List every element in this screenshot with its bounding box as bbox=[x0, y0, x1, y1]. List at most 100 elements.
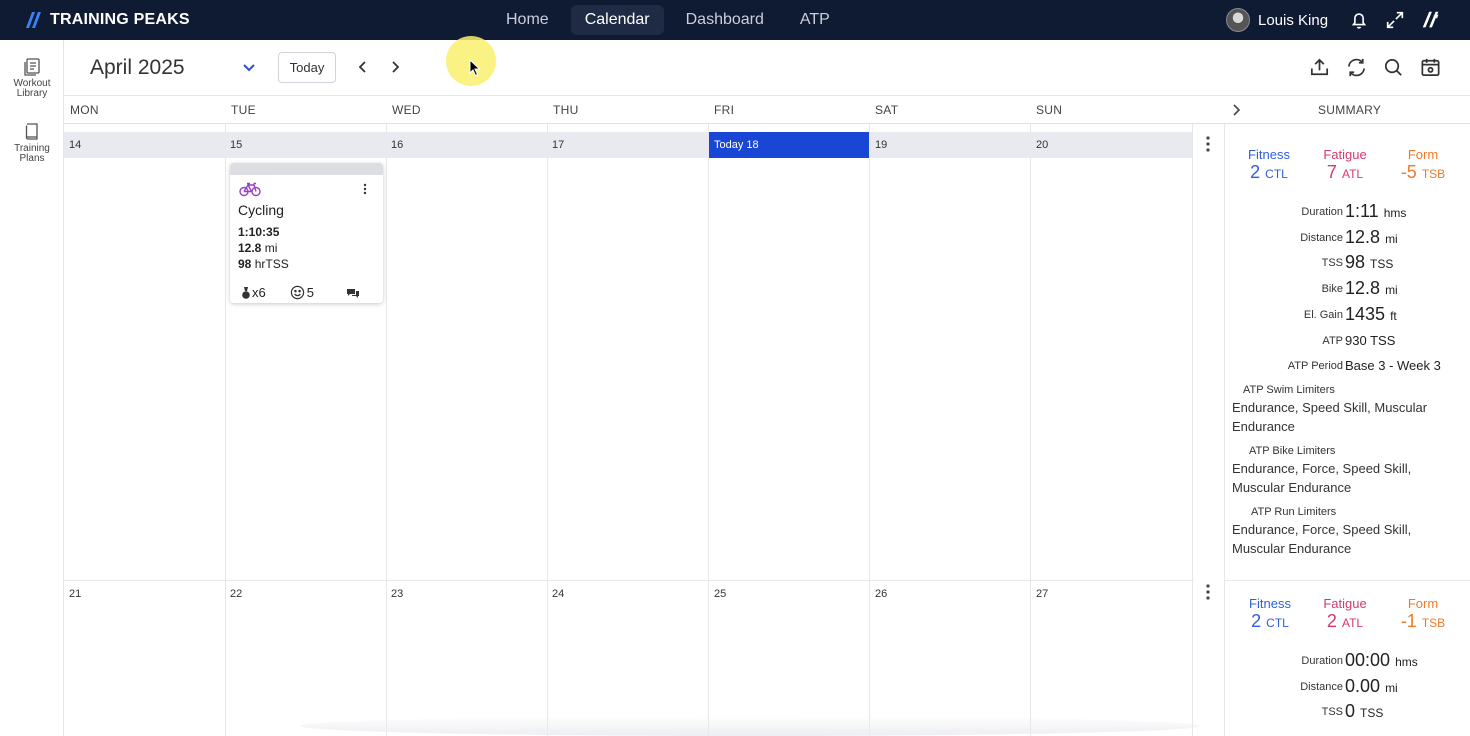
window-bottom-shadow bbox=[300, 716, 1200, 736]
fatigue-label: Fatigue bbox=[1323, 596, 1367, 611]
form-metric: Form -5 TSB bbox=[1395, 147, 1451, 183]
fatigue-value: 2 ATL bbox=[1326, 611, 1364, 631]
summary-column: Fitness 2 CTL Fatigue 7 ATL Form -5 TSB … bbox=[1224, 124, 1470, 736]
weekday-fri: FRI bbox=[714, 103, 735, 117]
bell-icon[interactable] bbox=[1348, 9, 1370, 31]
premium-logo-icon[interactable] bbox=[1420, 9, 1442, 31]
date-cell[interactable]: 24 bbox=[552, 588, 564, 600]
limiter-title-swim: ATP Swim Limiters bbox=[1243, 384, 1335, 396]
medal-icon bbox=[242, 286, 250, 299]
nav-dashboard[interactable]: Dashboard bbox=[672, 5, 778, 35]
sidebar-item-workout-library[interactable]: Workout Library bbox=[0, 57, 64, 99]
chevron-right-icon[interactable] bbox=[1228, 102, 1244, 118]
workout-distance: 12.8 mi bbox=[238, 241, 278, 255]
summary-row-tss: TSS 98 TSS bbox=[1321, 252, 1394, 272]
chevron-right-icon[interactable] bbox=[386, 58, 404, 76]
summary-row-tss: TSS 0 TSS bbox=[1321, 701, 1384, 721]
trainingpeaks-logo-icon bbox=[26, 12, 41, 28]
toolbar-icons bbox=[1308, 56, 1442, 79]
workout-card[interactable]: Cycling 1:10:35 12.8 mi 98 hrTSS x6 5 bbox=[230, 163, 383, 303]
workout-card-header bbox=[230, 163, 383, 175]
brand-logo[interactable]: TRAINING PEAKS bbox=[24, 10, 190, 30]
search-icon[interactable] bbox=[1382, 56, 1405, 79]
date-cell-today[interactable]: Today 18 bbox=[709, 132, 869, 158]
limiter-text-run: Endurance, Force, Speed Skill, Muscular … bbox=[1232, 522, 1412, 556]
nav-calendar[interactable]: Calendar bbox=[570, 5, 664, 35]
weekday-wed: WED bbox=[392, 103, 421, 117]
day-divider bbox=[386, 124, 387, 736]
calendar-settings-icon[interactable] bbox=[1419, 56, 1442, 79]
fatigue-metric: Fatigue 7 ATL bbox=[1317, 147, 1373, 183]
chevron-down-icon[interactable] bbox=[240, 58, 258, 76]
fitness-value: 2 CTL bbox=[1250, 162, 1288, 182]
summary-row-duration: Duration 1:11 hms bbox=[1301, 201, 1407, 221]
weekday-sat: SAT bbox=[875, 103, 899, 117]
date-cell[interactable]: 17 bbox=[547, 132, 708, 158]
form-value: -5 TSB bbox=[1400, 162, 1446, 182]
date-cell[interactable]: 23 bbox=[391, 588, 403, 600]
library-icon bbox=[24, 58, 40, 76]
user-menu[interactable]: Louis King bbox=[1226, 8, 1328, 32]
date-cell[interactable]: 19 bbox=[870, 132, 1030, 158]
date-cell[interactable]: 27 bbox=[1036, 588, 1048, 600]
expand-icon[interactable] bbox=[1384, 9, 1406, 31]
user-name: Louis King bbox=[1258, 11, 1329, 29]
day-divider bbox=[547, 124, 548, 736]
left-sidebar: Workout Library Training Plans bbox=[0, 40, 64, 736]
avatar bbox=[1226, 8, 1250, 32]
upload-icon[interactable] bbox=[1308, 56, 1331, 79]
workout-card-footer: x6 5 bbox=[240, 285, 360, 300]
limiter-title-bike: ATP Bike Limiters bbox=[1249, 445, 1336, 457]
day-divider bbox=[708, 124, 709, 736]
main-nav: Home Calendar Dashboard ATP bbox=[492, 5, 844, 35]
weekday-tue: TUE bbox=[231, 103, 256, 117]
calendar-toolbar: April 2025 Today bbox=[64, 36, 1470, 96]
date-cell[interactable]: 26 bbox=[875, 588, 887, 600]
form-label: Form bbox=[1407, 147, 1439, 162]
date-cell[interactable]: 22 bbox=[230, 588, 242, 600]
fitness-metric: Fitness 2 CTL bbox=[1242, 596, 1298, 632]
limiter-text-bike: Endurance, Force, Speed Skill, Muscular … bbox=[1232, 461, 1412, 495]
refresh-icon[interactable] bbox=[1345, 56, 1368, 79]
day-divider bbox=[1030, 124, 1031, 736]
sidebar-item-training-plans[interactable]: Training Plans bbox=[0, 122, 64, 164]
week-date-row: 14 15 16 17 Today 18 19 20 bbox=[64, 132, 1192, 158]
fatigue-label: Fatigue bbox=[1323, 147, 1367, 162]
summary-row-atp: ATP 930 TSS bbox=[1322, 333, 1396, 348]
day-divider bbox=[225, 124, 226, 736]
summary-row-distance: Distance 12.8 mi bbox=[1300, 227, 1398, 247]
top-navbar: TRAINING PEAKS Home Calendar Dashboard A… bbox=[0, 0, 1470, 40]
workout-title: Cycling bbox=[238, 202, 284, 218]
weekday-sun: SUN bbox=[1036, 103, 1063, 117]
medal-count: x6 bbox=[252, 285, 266, 300]
week-options-icon[interactable] bbox=[1204, 583, 1212, 601]
workout-duration: 1:10:35 bbox=[238, 225, 280, 239]
week-options-icon[interactable] bbox=[1204, 135, 1212, 153]
summary-title: SUMMARY bbox=[1318, 103, 1382, 117]
limiter-title-run: ATP Run Limiters bbox=[1251, 506, 1337, 518]
date-cell[interactable]: 14 bbox=[64, 132, 225, 158]
fitness-label: Fitness bbox=[1249, 596, 1291, 611]
nav-atp[interactable]: ATP bbox=[786, 5, 844, 35]
comments-icon bbox=[346, 288, 359, 298]
form-value: -1 TSB bbox=[1400, 611, 1446, 631]
top-icons bbox=[1348, 9, 1442, 31]
limiter-text-swim: Endurance, Speed Skill, Muscular Enduran… bbox=[1232, 400, 1428, 434]
today-button[interactable]: Today bbox=[278, 52, 336, 83]
summary-row-atp-period: ATP Period Base 3 - Week 3 bbox=[1287, 358, 1441, 373]
date-cell[interactable]: 16 bbox=[386, 132, 547, 158]
brand-name: TRAINING PEAKS bbox=[50, 11, 190, 28]
workout-tss: 98 hrTSS bbox=[238, 257, 289, 271]
nav-home[interactable]: Home bbox=[492, 5, 563, 35]
date-cell[interactable]: 21 bbox=[69, 588, 81, 600]
summary-row-distance: Distance 0.00 mi bbox=[1300, 676, 1398, 696]
date-cell[interactable]: 15 bbox=[225, 132, 386, 158]
workout-options-icon[interactable] bbox=[363, 183, 367, 195]
weekday-mon: MON bbox=[70, 103, 99, 117]
date-cell[interactable]: 25 bbox=[714, 588, 726, 600]
week-divider bbox=[64, 580, 1194, 581]
chevron-left-icon[interactable] bbox=[354, 58, 372, 76]
date-cell[interactable]: 20 bbox=[1031, 132, 1192, 158]
weekday-header: MON TUE WED THU FRI SAT SUN SUMMARY bbox=[64, 96, 1470, 124]
month-title[interactable]: April 2025 bbox=[90, 56, 185, 80]
